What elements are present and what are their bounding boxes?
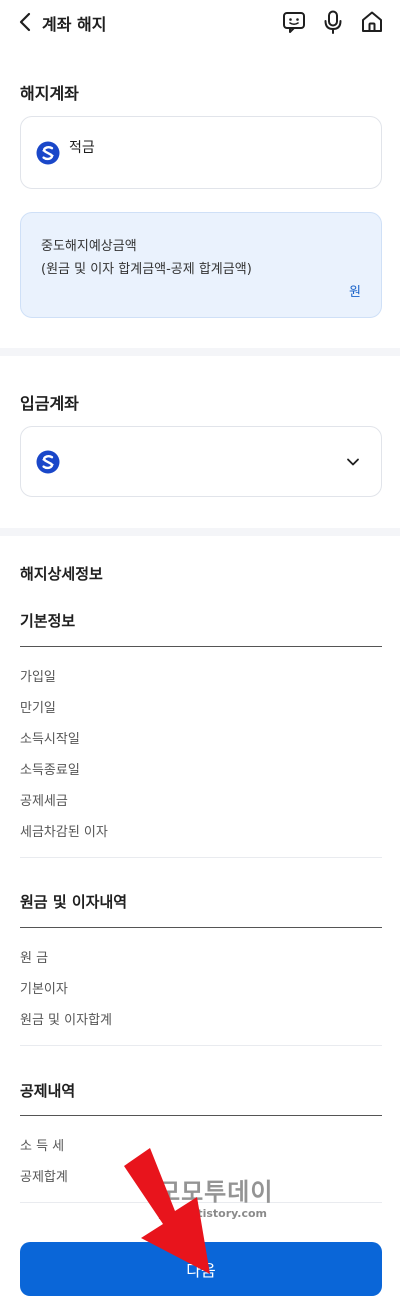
row-maturity-date: 만기일: [20, 701, 56, 716]
details-title: 해지상세정보: [20, 565, 103, 583]
deposit-account-select[interactable]: [20, 426, 382, 497]
basic-info-end-rule: [20, 857, 382, 858]
app-header: 계좌 해지: [0, 0, 400, 46]
section-divider: [0, 528, 400, 536]
row-deducted-tax: 공제세금: [20, 794, 68, 809]
principal-interest-title: 원금 및 이자내역: [20, 893, 128, 911]
estimate-unit: 원: [349, 285, 361, 300]
page-title: 계좌 해지: [42, 15, 107, 34]
principal-interest-rule: [20, 927, 382, 928]
basic-info-rule: [20, 646, 382, 647]
row-after-tax-interest: 세금차감된 이자: [20, 825, 108, 840]
microphone-icon[interactable]: [320, 9, 346, 35]
account-name: 적금: [69, 140, 95, 156]
principal-interest-end-rule: [20, 1045, 382, 1046]
estimate-description: (원금 및 이자 합계금액-공제 합계금액): [41, 262, 252, 277]
red-arrow-annotation: [124, 1148, 210, 1274]
row-deduction-total: 공제합계: [20, 1170, 68, 1185]
section-divider: [0, 348, 400, 356]
home-icon[interactable]: [359, 9, 385, 35]
shinhan-logo-icon: [36, 450, 60, 474]
row-principal-interest-total: 원금 및 이자합계: [20, 1013, 112, 1028]
row-income-start: 소득시작일: [20, 732, 80, 747]
deduction-rule: [20, 1115, 382, 1116]
row-income-end: 소득종료일: [20, 763, 80, 778]
estimated-amount-box: 중도해지예상금액 (원금 및 이자 합계금액-공제 합계금액) 원: [20, 212, 382, 318]
row-join-date: 가입일: [20, 670, 56, 685]
closing-account-title: 해지계좌: [20, 84, 79, 103]
estimate-label: 중도해지예상금액: [41, 239, 137, 254]
shinhan-logo-icon: [36, 141, 60, 165]
chatbot-icon[interactable]: [281, 9, 307, 35]
chevron-down-icon: [347, 458, 359, 466]
row-principal: 원 금: [20, 951, 49, 966]
back-arrow-icon[interactable]: [14, 10, 38, 34]
row-basic-interest: 기본이자: [20, 982, 68, 997]
basic-info-title: 기본정보: [20, 612, 76, 630]
deduction-title: 공제내역: [20, 1082, 76, 1100]
closing-account-card: 적금: [20, 116, 382, 189]
row-income-tax: 소 득 세: [20, 1139, 65, 1154]
deposit-account-title: 입금계좌: [20, 394, 79, 413]
